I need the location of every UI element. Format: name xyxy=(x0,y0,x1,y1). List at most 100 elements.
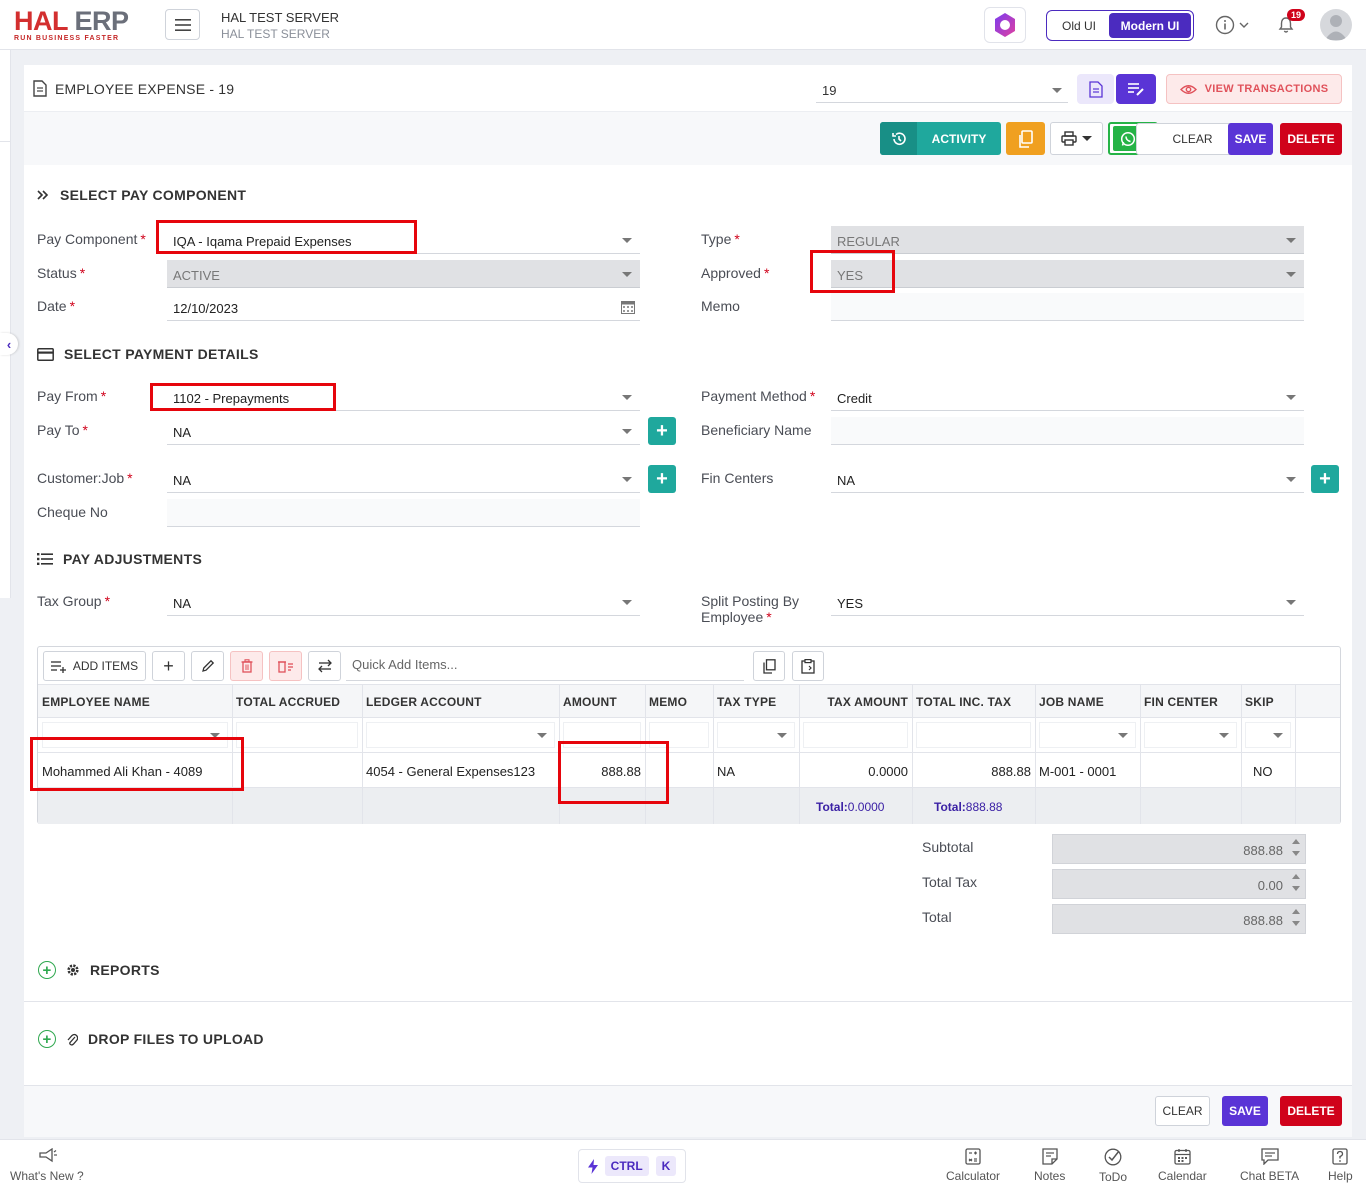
cell-fin-center[interactable] xyxy=(1140,753,1241,788)
assistant-button[interactable] xyxy=(984,7,1026,43)
fin-centers-select[interactable]: NA xyxy=(831,465,1304,493)
delete-button[interactable]: DELETE xyxy=(1280,123,1342,155)
cell-total-accrued[interactable] xyxy=(232,753,362,788)
memo-input[interactable] xyxy=(831,293,1304,321)
tax-group-label: Tax Group * xyxy=(37,593,111,609)
record-selector[interactable]: 19 xyxy=(816,77,1068,103)
col-amount[interactable]: AMOUNT xyxy=(559,685,645,718)
col-filler xyxy=(1295,685,1340,718)
col-fin-center[interactable]: FIN CENTER xyxy=(1140,685,1241,718)
footer-delete-button[interactable]: DELETE xyxy=(1280,1096,1342,1126)
col-skip[interactable]: SKIP xyxy=(1241,685,1295,718)
col-tax-type[interactable]: TAX TYPE xyxy=(713,685,799,718)
cheque-no-input[interactable] xyxy=(167,499,640,527)
col-employee-name[interactable]: EMPLOYEE NAME xyxy=(38,685,232,718)
add-customer-job-button[interactable]: + xyxy=(648,465,676,493)
whats-new-button[interactable]: What's New ? xyxy=(10,1148,84,1183)
filter-ledger-account[interactable] xyxy=(362,718,559,753)
cell-employee-name[interactable]: Mohammed Ali Khan - 4089 xyxy=(38,753,232,788)
notifications-button[interactable]: 19 xyxy=(1277,9,1306,37)
cell-tax-amount[interactable]: 0.0000 xyxy=(799,753,912,788)
cell-skip[interactable]: NO xyxy=(1241,753,1295,788)
todo-button[interactable]: ToDo xyxy=(1099,1148,1127,1184)
cell-amount[interactable]: 888.88 xyxy=(559,753,645,788)
type-select[interactable]: REGULAR xyxy=(831,226,1304,254)
footer-save-button[interactable]: SAVE xyxy=(1222,1096,1268,1126)
filter-fin-center[interactable] xyxy=(1140,718,1241,753)
filter-skip[interactable] xyxy=(1241,718,1295,753)
add-fin-center-button[interactable]: + xyxy=(1311,465,1339,493)
col-memo[interactable]: MEMO xyxy=(645,685,713,718)
filter-tax-type[interactable] xyxy=(713,718,799,753)
edit-row-button[interactable] xyxy=(191,651,224,681)
payment-method-select[interactable]: Credit xyxy=(831,383,1304,411)
command-palette-shortcut[interactable]: CTRL K xyxy=(578,1149,686,1183)
swap-rows-button[interactable] xyxy=(308,651,341,681)
split-posting-select[interactable]: YES xyxy=(831,588,1304,616)
paste-rows-button[interactable] xyxy=(792,651,824,681)
add-items-button[interactable]: ADD ITEMS xyxy=(43,651,146,681)
customer-job-select[interactable]: NA xyxy=(167,465,640,493)
new-document-button[interactable] xyxy=(1077,74,1114,104)
cell-tax-type[interactable]: NA xyxy=(713,753,799,788)
cell-ledger-account[interactable]: 4054 - General Expenses123 xyxy=(362,753,559,788)
filter-memo[interactable] xyxy=(645,718,713,753)
info-menu[interactable] xyxy=(1215,15,1249,35)
col-total-accrued[interactable]: TOTAL ACCRUED xyxy=(232,685,362,718)
add-row-button[interactable]: + xyxy=(152,651,185,681)
expand-plus-icon[interactable]: + xyxy=(38,1030,56,1048)
save-button[interactable]: SAVE xyxy=(1228,123,1273,155)
pay-to-select[interactable]: NA xyxy=(167,417,640,445)
activity-button[interactable]: ACTIVITY xyxy=(880,122,1001,155)
delete-all-rows-button[interactable] xyxy=(269,651,302,681)
col-job-name[interactable]: JOB NAME xyxy=(1035,685,1140,718)
form-footer xyxy=(24,1085,1352,1137)
copy-button[interactable] xyxy=(1006,122,1045,155)
filter-total-accrued[interactable] xyxy=(232,718,362,753)
help-button[interactable]: Help xyxy=(1328,1148,1353,1183)
ui-mode-toggle[interactable]: Old UI Modern UI xyxy=(1046,10,1194,41)
cell-total-inc-tax[interactable]: 888.88 xyxy=(912,753,1035,788)
delete-list-icon xyxy=(277,661,293,673)
beneficiary-name-input[interactable] xyxy=(831,417,1304,445)
copy-rows-button[interactable] xyxy=(753,651,785,681)
date-field[interactable]: 12/10/2023 xyxy=(167,293,640,321)
user-avatar[interactable] xyxy=(1320,9,1352,41)
old-ui-option[interactable]: Old UI xyxy=(1049,19,1109,33)
hal-erp-logo[interactable]: HAL ERP RUN BUSINESS FASTER xyxy=(14,8,129,43)
cell-memo[interactable] xyxy=(645,753,713,788)
col-tax-amount[interactable]: TAX AMOUNT xyxy=(799,685,912,718)
calculator-button[interactable]: Calculator xyxy=(946,1148,1000,1183)
tax-group-select[interactable]: NA xyxy=(167,588,640,616)
modern-ui-option[interactable]: Modern UI xyxy=(1109,13,1191,38)
chat-button[interactable]: Chat BETA xyxy=(1240,1148,1299,1183)
drop-files-section[interactable]: + DROP FILES TO UPLOAD xyxy=(24,1001,1352,1069)
quick-add-input[interactable]: Quick Add Items... xyxy=(352,657,458,672)
expand-plus-icon[interactable]: + xyxy=(38,961,56,979)
edit-list-button[interactable] xyxy=(1116,74,1156,104)
notes-button[interactable]: Notes xyxy=(1034,1148,1065,1183)
pay-from-select[interactable]: 1102 - Prepayments xyxy=(167,383,640,411)
view-transactions-button[interactable]: VIEW TRANSACTIONS xyxy=(1166,74,1342,104)
delete-row-button[interactable] xyxy=(230,651,263,681)
filter-employee-name[interactable] xyxy=(38,718,232,753)
calendar-icon[interactable] xyxy=(621,300,635,314)
sidebar-expand-button[interactable]: ‹ xyxy=(0,333,18,355)
print-button[interactable] xyxy=(1050,122,1103,155)
pay-component-select[interactable]: IQA - Iqama Prepaid Expenses xyxy=(167,226,640,254)
footer-clear-button[interactable]: CLEAR xyxy=(1155,1096,1210,1126)
clear-label: CLEAR xyxy=(1172,132,1213,146)
col-ledger-account[interactable]: LEDGER ACCOUNT xyxy=(362,685,559,718)
filter-amount[interactable] xyxy=(559,718,645,753)
calendar-button[interactable]: Calendar xyxy=(1158,1148,1207,1183)
cell-job-name[interactable]: M-001 - 0001 xyxy=(1035,753,1140,788)
filter-job-name[interactable] xyxy=(1035,718,1140,753)
status-select[interactable]: ACTIVE xyxy=(167,260,640,288)
col-total-inc-tax[interactable]: TOTAL INC. TAX xyxy=(912,685,1035,718)
approved-select[interactable]: YES xyxy=(831,260,1304,288)
add-pay-to-button[interactable]: + xyxy=(648,417,676,445)
reports-section[interactable]: + REPORTS xyxy=(24,933,1352,1001)
filter-total-inc-tax[interactable] xyxy=(912,718,1035,753)
filter-tax-amount[interactable] xyxy=(799,718,912,753)
hamburger-menu-button[interactable] xyxy=(165,9,200,40)
